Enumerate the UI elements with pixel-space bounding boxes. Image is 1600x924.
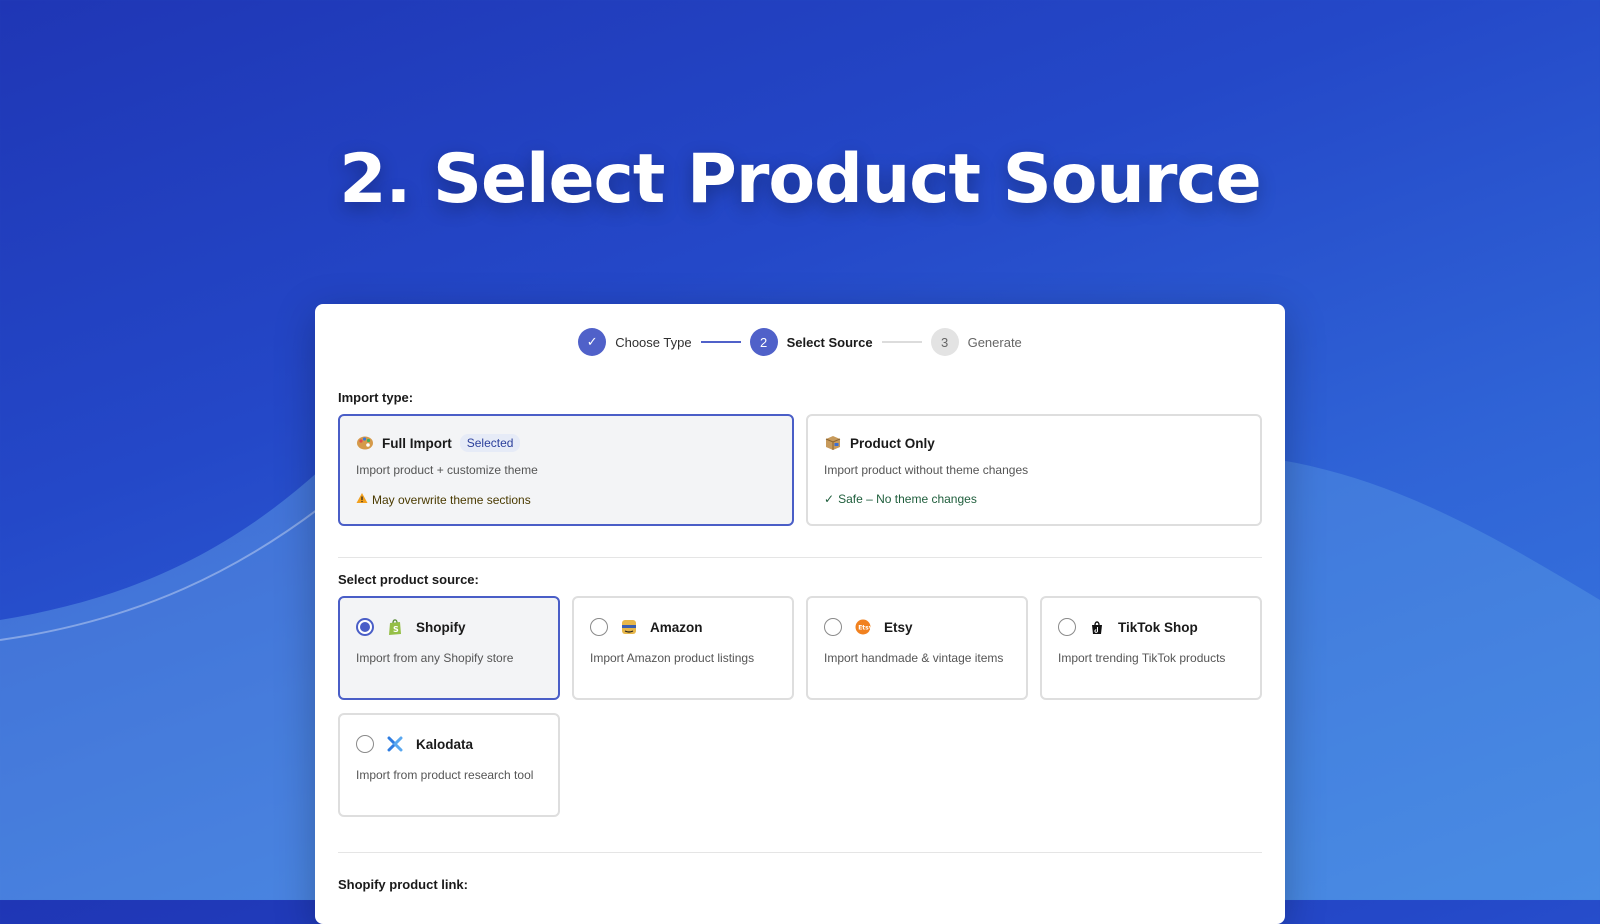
- package-icon: [824, 434, 842, 452]
- option-title: Product Only: [850, 435, 935, 451]
- import-wizard-card: ✓ Choose Type 2 Select Source 3 Generate…: [315, 304, 1285, 924]
- source-amazon[interactable]: Amazon Import Amazon product listings: [572, 596, 794, 700]
- section-divider: [338, 557, 1262, 558]
- warning-text: May overwrite theme sections: [372, 492, 531, 507]
- selected-badge: Selected: [459, 434, 521, 452]
- step-connector: [700, 341, 741, 343]
- shopify-icon: S: [386, 618, 404, 636]
- option-product-only[interactable]: Product Only Import product without them…: [806, 414, 1262, 526]
- source-description: Import from any Shopify store: [356, 651, 514, 665]
- step-label: Generate: [967, 334, 1022, 350]
- option-full-import[interactable]: Full Import Selected Import product + cu…: [338, 414, 794, 526]
- step-label: Select Source: [786, 334, 873, 350]
- source-title: Amazon: [650, 619, 703, 635]
- step-label: Choose Type: [615, 334, 692, 350]
- kalodata-icon: [386, 735, 404, 753]
- tiktok-icon: [1088, 618, 1106, 636]
- step-number: 3: [930, 328, 959, 356]
- source-title: Kalodata: [416, 736, 474, 752]
- source-description: Import from product research tool: [356, 768, 534, 782]
- palette-icon: [356, 434, 374, 452]
- shopify-link-label: Shopify product link:: [338, 877, 468, 892]
- source-description: Import Amazon product listings: [590, 651, 755, 665]
- source-description: Import handmade & vintage items: [824, 651, 1004, 665]
- step-number: 2: [749, 328, 778, 356]
- section-divider: [338, 852, 1262, 853]
- step-connector: [881, 341, 922, 343]
- svg-text:S: S: [393, 625, 399, 634]
- radio-selected[interactable]: [356, 618, 374, 636]
- source-title: Shopify: [416, 619, 466, 635]
- source-tiktok-shop[interactable]: TikTok Shop Import trending TikTok produ…: [1040, 596, 1262, 700]
- radio-unselected[interactable]: [590, 618, 608, 636]
- svg-text:Etsy: Etsy: [858, 625, 871, 632]
- source-kalodata[interactable]: Kalodata Import from product research to…: [338, 713, 560, 817]
- option-description: Import product without theme changes: [824, 463, 1029, 477]
- radio-unselected[interactable]: [1058, 618, 1076, 636]
- product-source-label: Select product source:: [338, 572, 479, 587]
- warning-icon: [356, 492, 368, 507]
- source-description: Import trending TikTok products: [1058, 651, 1226, 665]
- option-description: Import product + customize theme: [356, 463, 538, 477]
- step-generate[interactable]: 3 Generate: [930, 328, 1022, 356]
- import-type-label: Import type:: [338, 390, 414, 405]
- etsy-icon: Etsy: [854, 618, 872, 636]
- checkmark-icon: ✓: [824, 492, 835, 506]
- option-title: Full Import: [382, 435, 452, 451]
- source-title: Etsy: [884, 619, 913, 635]
- safe-text: Safe – No theme changes: [838, 492, 977, 506]
- warning-note: May overwrite theme sections: [356, 492, 531, 507]
- radio-unselected[interactable]: [356, 735, 374, 753]
- page-headline: 2. Select Product Source: [339, 140, 1262, 219]
- step-select-source[interactable]: 2 Select Source: [749, 328, 873, 356]
- wizard-stepper: ✓ Choose Type 2 Select Source 3 Generate: [315, 328, 1285, 356]
- source-shopify[interactable]: S Shopify Import from any Shopify store: [338, 596, 560, 700]
- check-icon: ✓: [578, 328, 607, 356]
- step-choose-type[interactable]: ✓ Choose Type: [578, 328, 692, 356]
- radio-unselected[interactable]: [824, 618, 842, 636]
- amazon-icon: [620, 618, 638, 636]
- source-title: TikTok Shop: [1118, 619, 1198, 635]
- safe-note: ✓ Safe – No theme changes: [824, 492, 977, 506]
- source-etsy[interactable]: Etsy Etsy Import handmade & vintage item…: [806, 596, 1028, 700]
